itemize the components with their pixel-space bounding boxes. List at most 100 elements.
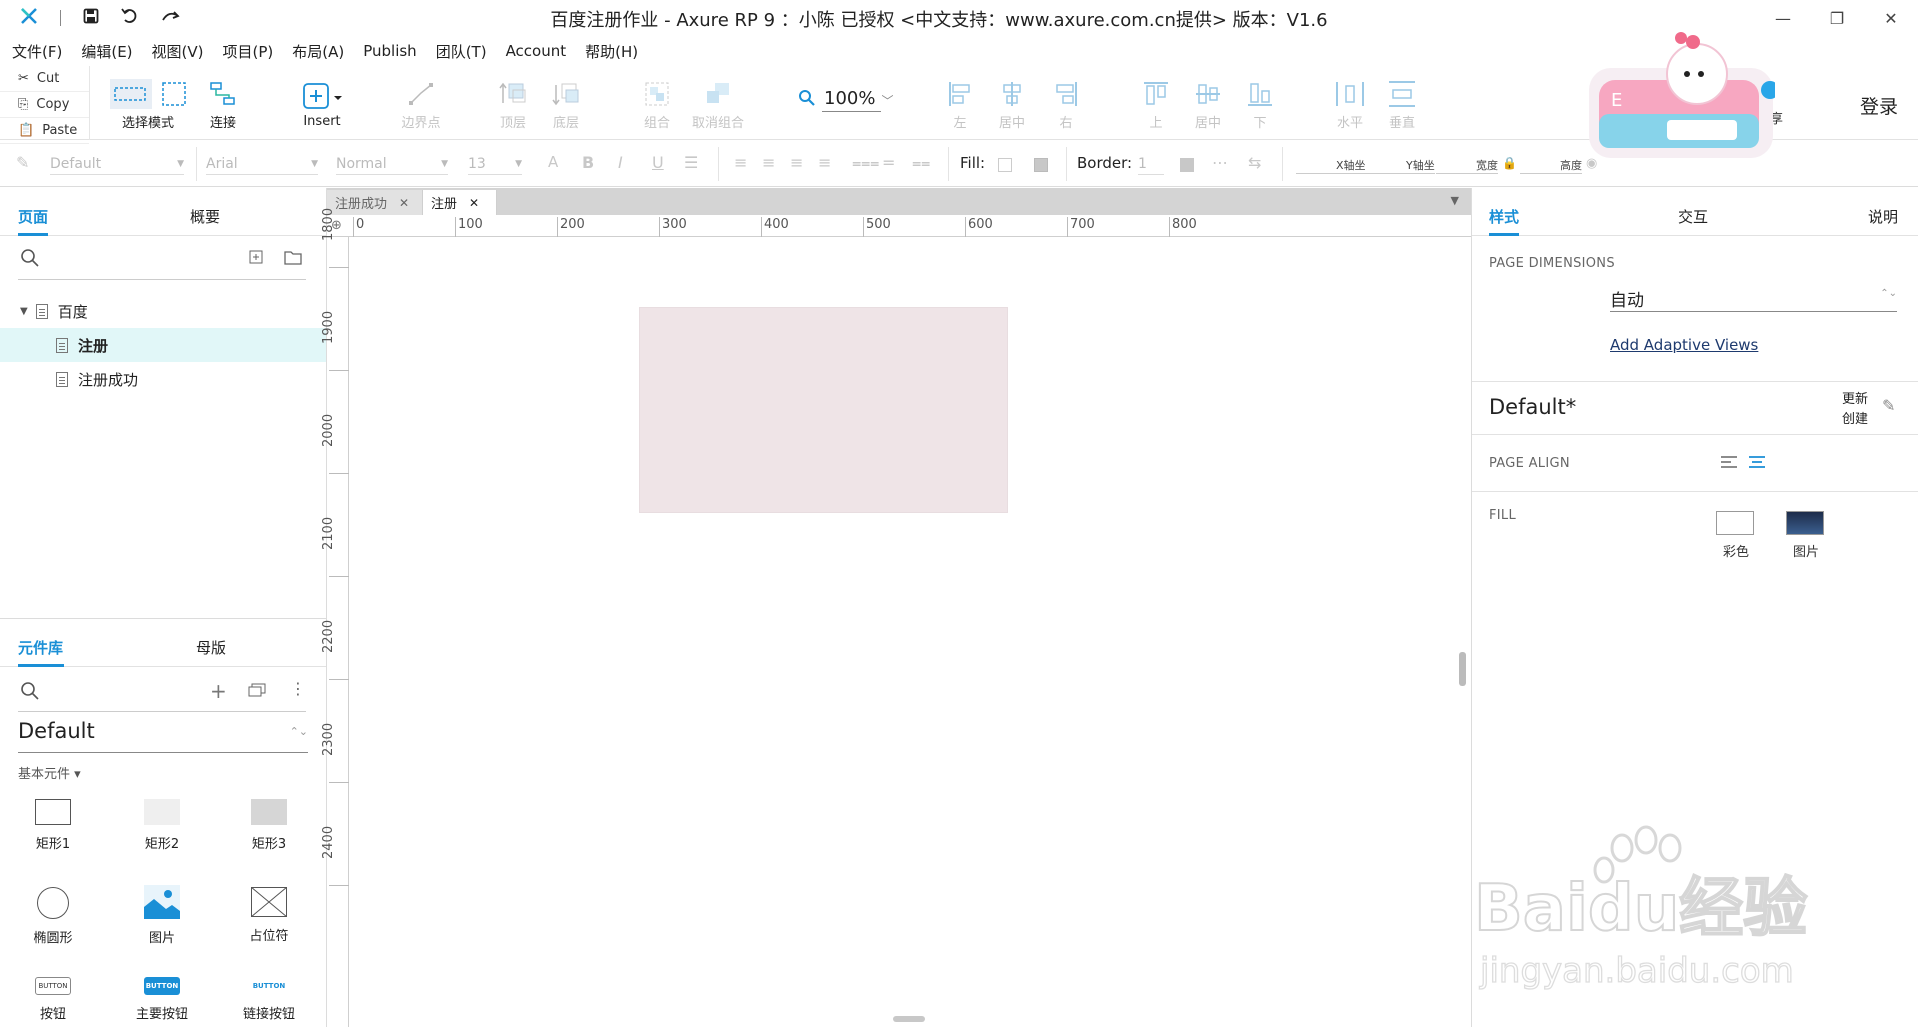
tree-item-register-success[interactable]: 注册成功 — [0, 362, 326, 396]
distribute-horizontal-button[interactable]: 水平 — [1330, 66, 1370, 140]
border-style-icon[interactable]: ⋯ — [1212, 153, 1228, 172]
ungroup-button[interactable]: 取消组合 — [690, 66, 746, 140]
align-center-button[interactable]: 居中 — [992, 66, 1032, 140]
canvas-rectangle-widget[interactable] — [639, 307, 1008, 513]
bullet-list-icon[interactable]: ☰ — [684, 153, 698, 172]
zoom-value[interactable]: 100% — [822, 88, 882, 112]
insert-button[interactable]: Insert — [298, 66, 346, 140]
connect-button[interactable]: 连接 — [200, 66, 246, 140]
save-icon[interactable] — [83, 8, 99, 28]
undo-icon[interactable] — [121, 8, 139, 28]
tab-masters[interactable]: 母版 — [196, 637, 226, 658]
y-coordinate-field[interactable]: Y轴坐 — [1366, 157, 1435, 174]
text-align-right-icon[interactable]: ≡ — [790, 153, 803, 172]
height-field[interactable]: 高度 — [1520, 157, 1582, 174]
page-align-center-icon[interactable] — [1748, 454, 1766, 474]
fill-shadow-swatch[interactable] — [1034, 158, 1048, 172]
search-icon[interactable] — [20, 248, 40, 272]
canvas-horizontal-scrollbar[interactable] — [893, 1016, 925, 1022]
text-align-left-icon[interactable]: ≡ — [734, 153, 747, 172]
widget-button[interactable]: BUTTON 按钮 — [8, 977, 98, 1022]
align-middle-button[interactable]: 居中 — [1188, 66, 1228, 140]
widget-ellipse[interactable]: 椭圆形 — [8, 887, 98, 946]
tab-library[interactable]: 元件库 — [18, 637, 63, 658]
group-button[interactable]: 组合 — [634, 66, 680, 140]
align-right-button[interactable]: 右 — [1046, 66, 1086, 140]
widget-link-button[interactable]: BUTTON 链接按钮 — [224, 977, 314, 1022]
tab-style[interactable]: 样式 — [1489, 206, 1519, 227]
restore-icon[interactable]: ❐ — [1810, 0, 1864, 36]
text-align-center-icon[interactable]: ≡ — [762, 153, 775, 172]
doc-tab-register-success[interactable]: 注册成功 ✕ — [327, 190, 423, 215]
boundary-point-button[interactable]: 边界点 — [396, 66, 446, 140]
update-style-button[interactable]: 更新 — [1842, 388, 1868, 407]
add-library-icon[interactable]: + — [210, 679, 227, 703]
design-canvas[interactable] — [349, 238, 1471, 1027]
send-to-back-button[interactable]: 底层 — [543, 66, 589, 140]
bring-to-front-button[interactable]: 顶层 — [490, 66, 536, 140]
tab-pages[interactable]: 页面 — [18, 206, 48, 227]
copy-button[interactable]: ⎘ Copy — [0, 92, 89, 118]
canvas-vertical-scrollbar[interactable] — [1459, 652, 1466, 686]
add-page-icon[interactable] — [248, 249, 264, 269]
align-bottom-button[interactable]: 下 — [1240, 66, 1280, 140]
x-coordinate-field[interactable]: X轴坐 — [1296, 157, 1366, 174]
menu-publish[interactable]: Publish — [363, 42, 416, 60]
tab-interactions[interactable]: 交互 — [1678, 206, 1708, 227]
align-top-button[interactable]: 上 — [1136, 66, 1176, 140]
widget-image[interactable]: 图片 — [117, 885, 207, 946]
tab-outline[interactable]: 概要 — [190, 206, 220, 227]
widget-placeholder[interactable]: 占位符 — [224, 886, 314, 944]
border-color-swatch[interactable] — [1180, 158, 1194, 172]
font-family-dropdown[interactable]: Arial ▼ — [206, 153, 318, 175]
widget-rect3[interactable]: 矩形3 — [224, 799, 314, 852]
chevron-down-icon[interactable]: ﹀ — [881, 92, 893, 109]
menu-project[interactable]: 项目(P) — [223, 41, 274, 62]
border-width-input[interactable]: 1 — [1138, 153, 1164, 175]
axure-logo-icon[interactable] — [20, 7, 38, 29]
menu-file[interactable]: 文件(F) — [12, 41, 62, 62]
menu-team[interactable]: 团队(T) — [436, 41, 487, 62]
redo-icon[interactable] — [161, 8, 181, 28]
valign-bottom-icon[interactable]: ⩵ — [912, 153, 930, 173]
valign-middle-icon[interactable]: = — [882, 153, 895, 172]
close-icon[interactable]: ✕ — [1864, 0, 1918, 36]
tree-item-baidu[interactable]: ▼ 百度 — [0, 294, 326, 328]
font-color-icon[interactable]: A — [548, 153, 558, 171]
library-search-icon[interactable] — [20, 681, 40, 705]
doc-tab-register[interactable]: 注册 ✕ — [423, 190, 497, 215]
select-mode-button[interactable]: 选择模式 — [106, 66, 190, 140]
widget-rect1[interactable]: 矩形1 — [8, 799, 98, 852]
border-arrow-icon[interactable]: ⇆ — [1248, 153, 1261, 172]
underline-icon[interactable]: U — [652, 153, 664, 172]
close-tab-icon[interactable]: ✕ — [469, 196, 479, 210]
menu-edit[interactable]: 编辑(E) — [81, 41, 132, 62]
fill-color-swatch[interactable] — [998, 158, 1012, 172]
close-tab-icon[interactable]: ✕ — [399, 196, 409, 210]
tab-notes[interactable]: 说明 — [1868, 206, 1898, 227]
lock-icon[interactable]: 🔒 — [1502, 156, 1517, 170]
cut-button[interactable]: ✂ Cut — [0, 66, 89, 92]
menu-help[interactable]: 帮助(H) — [585, 41, 638, 62]
menu-layout[interactable]: 布局(A) — [292, 41, 344, 62]
tree-item-register[interactable]: 注册 — [0, 328, 326, 362]
valign-top-icon[interactable]: ⩶ — [852, 153, 879, 173]
library-pages-icon[interactable] — [248, 683, 266, 701]
widget-rect2[interactable]: 矩形2 — [117, 799, 207, 852]
create-style-button[interactable]: 创建 — [1842, 408, 1868, 427]
fill-image-option[interactable]: 图片 — [1786, 511, 1826, 560]
add-adaptive-views-link[interactable]: Add Adaptive Views — [1610, 336, 1758, 354]
bold-icon[interactable]: B — [582, 153, 594, 172]
tab-list-dropdown-icon[interactable]: ▼ — [1451, 194, 1459, 207]
widget-primary-button[interactable]: BUTTON 主要按钮 — [117, 977, 207, 1022]
align-left-button[interactable]: 左 — [940, 66, 980, 140]
more-options-icon[interactable]: ⋮ — [290, 679, 306, 698]
caret-down-icon[interactable]: ▼ — [20, 306, 28, 317]
library-select[interactable]: Default ⌃⌄ — [18, 719, 308, 753]
font-weight-dropdown[interactable]: Normal ▼ — [336, 153, 448, 175]
zoom-control[interactable]: 100% ﹀ — [798, 88, 893, 112]
add-folder-icon[interactable] — [284, 249, 302, 269]
menu-account[interactable]: Account — [506, 42, 567, 60]
visibility-eye-icon[interactable]: ◉ — [1586, 156, 1597, 171]
library-category[interactable]: 基本元件 ▾ — [18, 763, 81, 782]
